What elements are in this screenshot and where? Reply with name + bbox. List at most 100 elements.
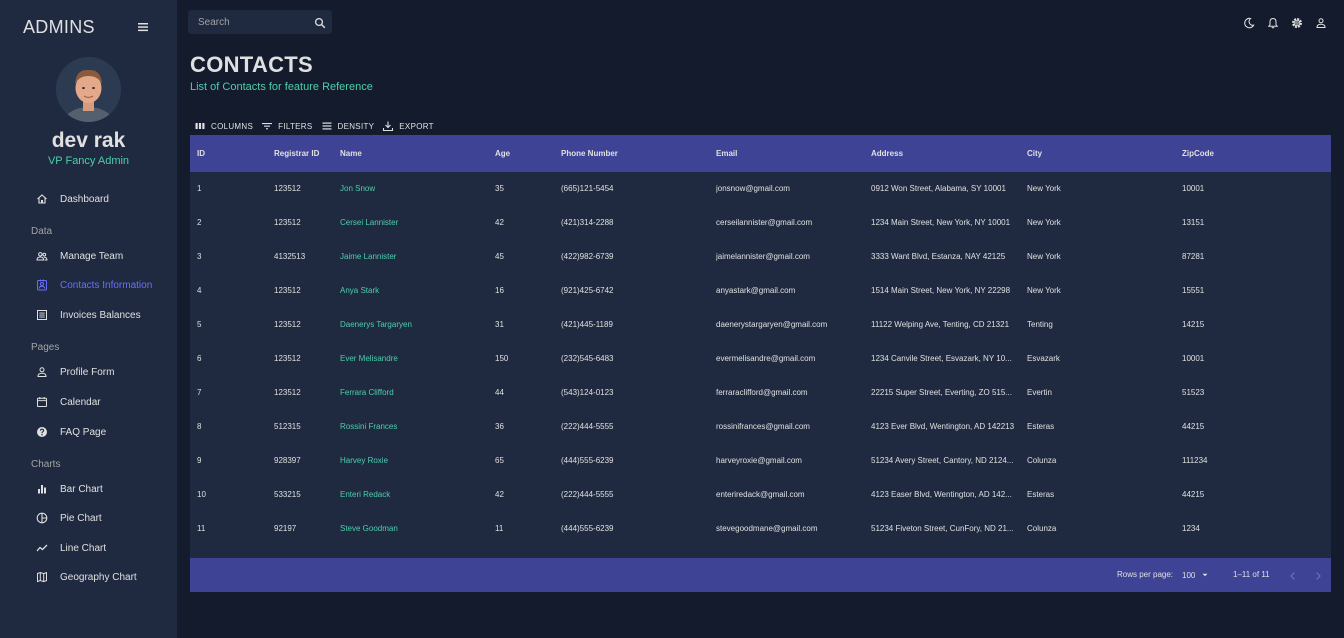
cell-name: Rossini Frances [340,422,398,431]
help-icon [36,426,48,438]
table-row[interactable]: 11 92197 Steve Goodman 11 (444)555-6239 steve… [190,512,1331,546]
column-header-name[interactable]: Name [340,135,490,172]
table-row[interactable]: 9 928397 Harvey Roxie 65 (444)555-6239 harvey… [190,444,1331,478]
grid-toolbar: COLUMNS FILTERS DENSITY EXPORT [194,119,442,133]
avatar [56,57,121,122]
cell-email: anyastark@gmail.com [716,286,796,295]
profile-icon[interactable] [1315,16,1327,28]
table-row[interactable]: 1 123512 Jon Snow 35 (665)121-5454 jonsnow@gm… [190,172,1331,206]
table-row[interactable]: 10 533215 Enteri Redack 42 (222)444-5555 ente… [190,478,1331,512]
cell-address: 51234 Avery Street, Cantory, ND 2124... [871,456,1014,465]
cell-phone-number: (421)314-2288 [561,218,614,227]
cell-age: 31 [495,320,504,329]
columns-label: COLUMNS [211,121,254,131]
user-name: dev rak [51,129,126,152]
column-header-phone-number[interactable]: Phone Number [561,135,711,172]
cell-phone-number: (444)555-6239 [561,524,614,533]
cell-phone-number: (543)124-0123 [561,388,614,397]
cell-zipcode: 1234 [1182,524,1200,533]
contacts-grid: ID Registrar ID Name Age Phone Number Email Ad… [190,135,1331,592]
rows-per-page-label: Rows per page: [1117,570,1174,579]
line-chart-icon [36,542,48,554]
columns-button[interactable]: COLUMNS [194,120,253,132]
sidebar-item-manage-team[interactable]: Manage Team [36,246,123,266]
search-input[interactable] [198,15,308,29]
sidebar-item-profile-form[interactable]: Profile Form [36,362,114,382]
table-row[interactable]: 6 123512 Ever Melisandre 150 (232)545-6483 ev… [190,342,1331,376]
filters-button[interactable]: FILTERS [261,120,312,132]
cell-age: 150 [495,354,509,363]
table-row[interactable]: 5 123512 Daenerys Targaryen 31 (421)445-1189… [190,308,1331,342]
cell-phone-number: (232)545-6483 [561,354,614,363]
sidebar-item-geography-chart[interactable]: Geography Chart [36,567,137,587]
sidebar-item-pie-chart[interactable]: Pie Chart [36,508,102,528]
rows-per-page-select[interactable]: 100 [1182,569,1209,581]
search-icon[interactable] [314,16,326,29]
menu-icon[interactable] [136,20,150,34]
sidebar-item-dashboard[interactable]: Dashboard [36,189,109,209]
column-header-id[interactable]: ID [197,135,267,172]
table-row[interactable]: 4 123512 Anya Stark 16 (921)425-6742 anyastar… [190,274,1331,308]
cell-name: Ever Melisandre [340,354,398,363]
cell-city: New York [1027,252,1061,261]
table-row[interactable]: 3 4132513 Jaime Lannister 45 (422)982-6739 ja… [190,240,1331,274]
column-header-email[interactable]: Email [716,135,866,172]
cell-city: New York [1027,286,1061,295]
cell-zipcode: 87281 [1182,252,1205,261]
sidebar-item-invoices-balances[interactable]: Invoices Balances [36,305,141,325]
sidebar-item-label: Line Chart [60,542,107,554]
cell-zipcode: 14215 [1182,320,1205,329]
cell-zipcode: 10001 [1182,184,1205,193]
cell-id: 4 [197,286,202,295]
cell-phone-number: (665)121-5454 [561,184,614,193]
brand-title: ADMINS [23,17,95,37]
column-header-registrar-id[interactable]: Registrar ID [274,135,334,172]
cell-email: ferraraclifford@gmail.com [716,388,808,397]
cell-registrar-id: 123512 [274,320,301,329]
sidebar-item-line-chart[interactable]: Line Chart [36,538,106,558]
rows-per-page-value: 100 [1182,570,1196,580]
cell-phone-number: (422)982-6739 [561,252,614,261]
cell-registrar-id: 123512 [274,388,301,397]
next-page-icon[interactable] [1312,569,1324,581]
cell-registrar-id: 123512 [274,184,301,193]
cell-name: Steve Goodman [340,524,398,533]
table-row[interactable]: 8 512315 Rossini Frances 36 (222)444-5555 ros… [190,410,1331,444]
cell-email: harveyroxie@gmail.com [716,456,802,465]
cell-id: 1 [197,184,202,193]
settings-icon[interactable] [1291,16,1303,28]
export-button[interactable]: EXPORT [382,120,434,132]
sidebar-item-contacts-information[interactable]: Contacts Information [36,275,152,295]
receipt-icon [36,309,48,321]
table-row[interactable]: 2 123512 Cersei Lannister 42 (421)314-2288 ce… [190,206,1331,240]
column-header-city[interactable]: City [1027,135,1177,172]
cell-id: 8 [197,422,202,431]
dark-mode-icon[interactable] [1243,16,1255,29]
cell-zipcode: 111234 [1182,456,1208,465]
cell-address: 51234 Fiveton Street, CunFory, ND 21... [871,524,1014,533]
cell-email: jaimelannister@gmail.com [716,252,810,261]
notifications-icon[interactable] [1267,16,1279,29]
columns-icon [194,120,206,132]
cell-name: Harvey Roxie [340,456,389,465]
cell-registrar-id: 92197 [274,524,297,533]
cell-age: 36 [495,422,504,431]
cell-city: Colunza [1027,524,1057,533]
cell-email: rossinifrances@gmail.com [716,422,810,431]
column-header-address[interactable]: Address [871,135,1019,172]
sidebar-item-bar-chart[interactable]: Bar Chart [36,479,103,499]
density-button[interactable]: DENSITY [321,120,375,132]
map-icon [36,571,48,583]
sidebar-item-faq-page[interactable]: FAQ Page [36,422,106,442]
cell-city: Evertin [1027,388,1052,397]
sidebar-item-calendar[interactable]: Calendar [36,392,101,412]
cell-email: cerseilannister@gmail.com [716,218,813,227]
previous-page-icon[interactable] [1287,569,1299,581]
column-header-age[interactable]: Age [495,135,555,172]
cell-name: Jon Snow [340,184,376,193]
column-header-zipcode[interactable]: ZipCode [1182,135,1322,172]
table-row[interactable]: 7 123512 Ferrara Clifford 44 (543)124-0123 fe… [190,376,1331,410]
cell-city: Esteras [1027,490,1055,499]
sidebar-item-label: Pie Chart [60,512,102,524]
sidebar-item-label: Profile Form [60,366,115,378]
